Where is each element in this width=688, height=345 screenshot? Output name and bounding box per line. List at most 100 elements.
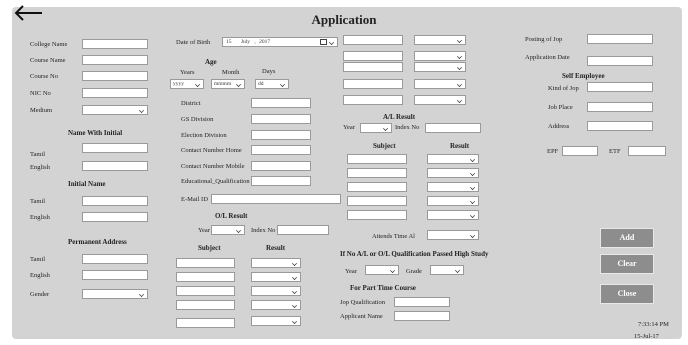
course-no-label: Course No <box>30 73 58 80</box>
nic-no-input[interactable] <box>82 88 148 98</box>
al-subject-input[interactable] <box>347 210 407 220</box>
al-subject-input[interactable] <box>347 182 407 192</box>
chevron-down-icon <box>139 108 144 113</box>
address-tamil-label: Tamil <box>30 256 46 263</box>
upper-input[interactable] <box>343 35 403 45</box>
al-index-label: Index No <box>395 124 420 131</box>
age-month-select[interactable]: mmmm <box>211 79 245 89</box>
ol-subject-input[interactable] <box>176 258 235 268</box>
al-result-select[interactable] <box>427 154 479 164</box>
al-result-select[interactable] <box>427 210 479 220</box>
medium-label: Medium <box>30 107 53 114</box>
ol-result-select[interactable] <box>251 258 301 268</box>
upper-select[interactable] <box>414 35 466 45</box>
address-tamil-input[interactable] <box>82 254 148 264</box>
chevron-down-icon <box>470 213 475 218</box>
clear-button[interactable]: Clear <box>600 254 654 274</box>
permanent-address-heading: Permanent Address <box>68 238 127 246</box>
ol-result-select[interactable] <box>251 316 301 326</box>
job-qualification-input[interactable] <box>394 297 450 307</box>
medium-select[interactable] <box>82 105 148 115</box>
high-study-year-select[interactable] <box>365 265 399 275</box>
al-subject-input[interactable] <box>347 196 407 206</box>
name-with-initial-english-input[interactable] <box>82 161 148 171</box>
course-name-input[interactable] <box>82 55 148 65</box>
applicant-name-label: Applicant Name <box>340 313 383 320</box>
upper-input[interactable] <box>343 95 403 105</box>
al-subject-input[interactable] <box>347 168 407 178</box>
application-date-input[interactable] <box>587 56 653 66</box>
ol-subject-input[interactable] <box>176 300 235 310</box>
ol-result-select[interactable] <box>251 300 301 310</box>
dob-month: July <box>240 39 251 45</box>
nic-no-label: NIC No <box>30 90 51 97</box>
chevron-down-icon <box>457 82 462 87</box>
college-name-input[interactable] <box>82 39 148 49</box>
dob-label: Date of Birth <box>176 39 211 46</box>
chevron-down-icon <box>383 126 388 131</box>
age-heading: Age <box>205 58 217 66</box>
address-english-input[interactable] <box>82 270 148 280</box>
election-division-input[interactable] <box>251 130 311 140</box>
upper-select[interactable] <box>414 51 466 61</box>
age-days-select[interactable]: dd <box>255 79 289 89</box>
close-button[interactable]: Close <box>600 284 654 304</box>
course-no-input[interactable] <box>82 71 148 81</box>
contact-home-input[interactable] <box>251 145 311 155</box>
gs-division-input[interactable] <box>251 114 311 124</box>
name-with-initial-tamil-input[interactable] <box>82 143 148 153</box>
al-year-select[interactable] <box>360 123 392 133</box>
ol-year-select[interactable] <box>211 225 245 235</box>
college-name-label: College Name <box>30 41 68 48</box>
al-subject-input[interactable] <box>347 154 407 164</box>
email-label: E-Mail ID <box>181 196 208 203</box>
al-result-select[interactable] <box>427 196 479 206</box>
chevron-down-icon <box>390 268 395 273</box>
kind-of-job-input[interactable] <box>587 82 653 92</box>
al-index-input[interactable] <box>425 123 481 133</box>
contact-mobile-input[interactable] <box>251 161 311 171</box>
al-result-select[interactable] <box>427 182 479 192</box>
upper-input[interactable] <box>343 79 403 89</box>
ol-subject-input[interactable] <box>176 286 235 296</box>
ol-result-select[interactable] <box>251 272 301 282</box>
gs-division-label: GS Division <box>181 116 214 123</box>
chevron-down-icon <box>292 289 297 294</box>
english-label: English <box>30 164 50 171</box>
days-label: Days <box>262 68 276 75</box>
initial-name-tamil-input[interactable] <box>82 196 148 206</box>
job-place-input[interactable] <box>587 102 653 112</box>
chevron-down-icon <box>236 82 241 87</box>
upper-input[interactable] <box>343 62 403 72</box>
upper-select[interactable] <box>414 79 466 89</box>
ol-subject-input[interactable] <box>176 318 235 328</box>
upper-select[interactable] <box>414 95 466 105</box>
posting-of-job-input[interactable] <box>587 34 653 44</box>
ol-subject-input[interactable] <box>176 272 235 282</box>
dob-picker[interactable]: 15 July , 2017 <box>222 37 338 47</box>
district-input[interactable] <box>251 98 311 108</box>
gender-select[interactable] <box>82 289 148 299</box>
epf-input[interactable] <box>562 146 598 156</box>
ol-result-select[interactable] <box>251 286 301 296</box>
calendar-icon[interactable] <box>320 39 327 45</box>
education-input[interactable] <box>251 176 311 186</box>
etf-input[interactable] <box>628 146 666 156</box>
upper-input[interactable] <box>343 51 403 61</box>
age-years-select[interactable]: yyyy <box>170 79 204 89</box>
address-input[interactable] <box>587 121 653 131</box>
ol-index-input[interactable] <box>277 225 329 235</box>
upper-select[interactable] <box>414 62 466 72</box>
attempts-select[interactable] <box>427 230 479 240</box>
chevron-down-icon <box>292 275 297 280</box>
applicant-name-input[interactable] <box>394 311 450 321</box>
chevron-down-icon <box>457 38 462 43</box>
al-result-select[interactable] <box>427 168 479 178</box>
grade-select[interactable] <box>430 265 464 275</box>
add-button[interactable]: Add <box>600 228 654 248</box>
email-input[interactable] <box>211 194 341 204</box>
chevron-down-icon <box>236 228 241 233</box>
application-date-label: Application Date <box>525 54 570 61</box>
initial-name-english-input[interactable] <box>82 212 148 222</box>
chevron-down-icon <box>195 82 200 87</box>
